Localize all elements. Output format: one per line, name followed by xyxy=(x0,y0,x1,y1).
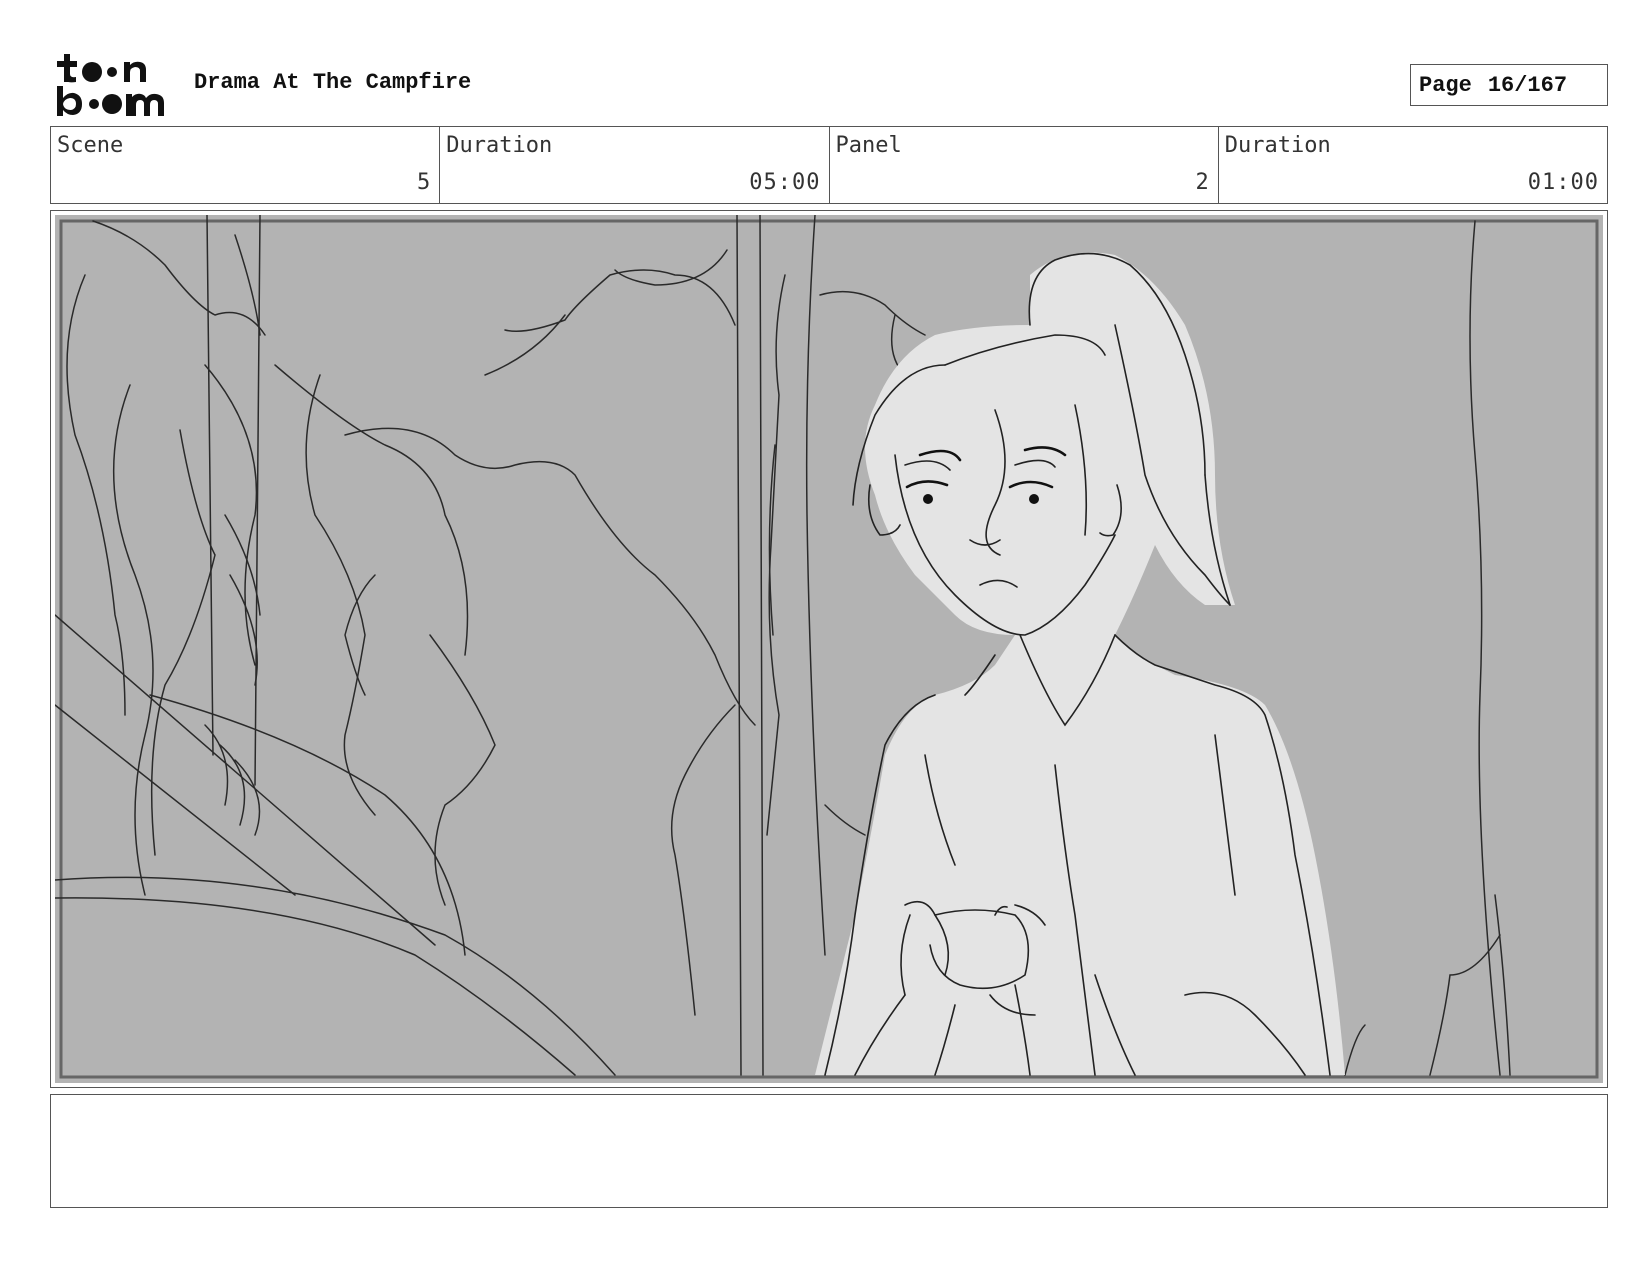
info-row: Scene 5 Duration 05:00 Panel 2 Duration … xyxy=(50,126,1608,204)
panel-duration-value: 01:00 xyxy=(1527,170,1599,195)
project-title: Drama At The Campfire xyxy=(194,70,472,95)
panel-cell: Panel 2 xyxy=(828,127,1218,203)
page-label: Page xyxy=(1419,72,1472,98)
panel-duration-cell: Duration 01:00 xyxy=(1217,127,1607,203)
panel-duration-label: Duration xyxy=(1224,133,1331,158)
scene-label: Scene xyxy=(57,133,124,158)
page-indicator: Page 16/167 xyxy=(1410,64,1608,106)
panel-frame xyxy=(50,210,1608,1088)
scene-value: 5 xyxy=(417,170,432,195)
scene-duration-label: Duration xyxy=(446,133,553,158)
page-number: 16/167 xyxy=(1487,72,1568,98)
scene-duration-cell: Duration 05:00 xyxy=(439,127,828,203)
toon-boom-logo xyxy=(57,54,164,116)
panel-value: 2 xyxy=(1195,170,1210,195)
storyboard-drawing xyxy=(55,215,1603,1083)
scene-duration-value: 05:00 xyxy=(749,170,821,195)
panel-label: Panel xyxy=(835,133,902,158)
scene-cell: Scene 5 xyxy=(51,127,439,203)
notes-box xyxy=(50,1094,1608,1208)
